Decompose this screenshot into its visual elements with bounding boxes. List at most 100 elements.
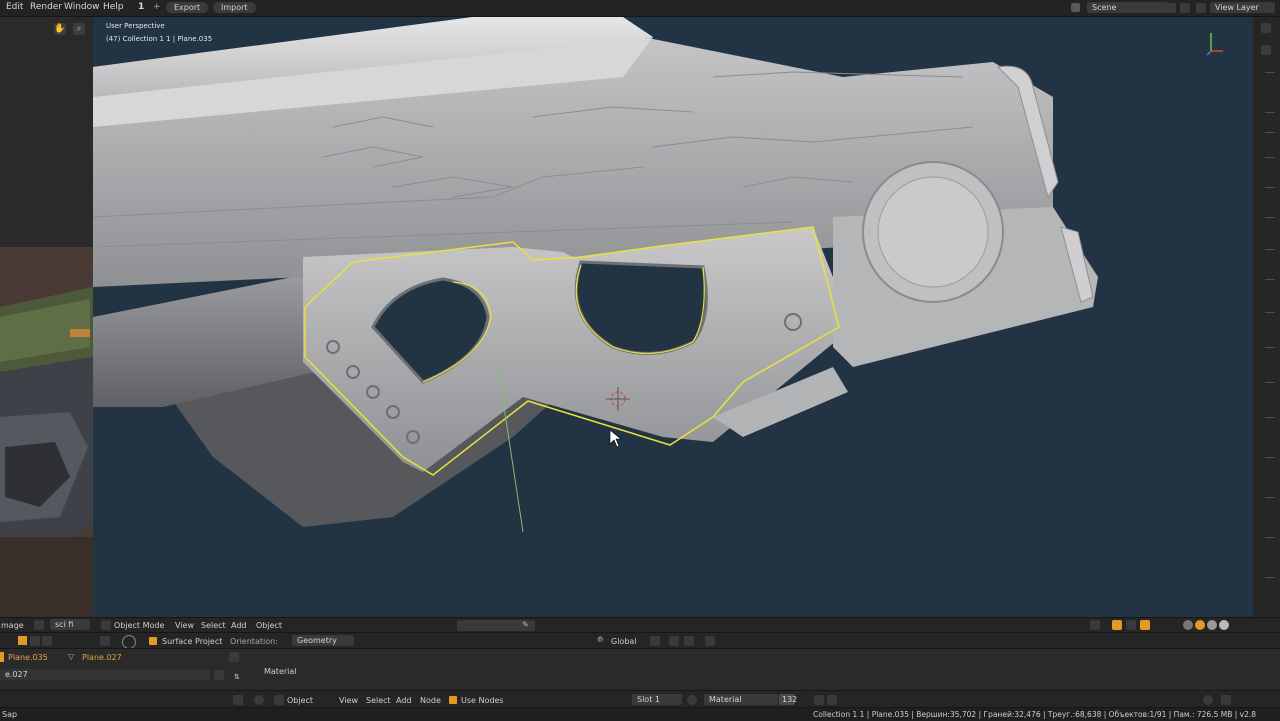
sidebar-divider bbox=[1265, 537, 1275, 538]
surface-project-label: Surface Project bbox=[162, 637, 223, 646]
lower-panel: Plane.035 ▽ Plane.027 e.027 Material ⇅ bbox=[0, 648, 1280, 691]
material-unlink-icon[interactable] bbox=[827, 695, 837, 705]
xray-toggle-icon[interactable] bbox=[1140, 620, 1150, 630]
sidebar-divider bbox=[1265, 112, 1275, 113]
sidebar-divider bbox=[1265, 132, 1275, 133]
eyedropper-icon[interactable]: ✎ bbox=[522, 620, 529, 629]
pivot-point-icon[interactable] bbox=[650, 636, 660, 646]
material-browse-icon[interactable] bbox=[687, 695, 697, 705]
menu-help[interactable]: Help bbox=[103, 2, 124, 12]
workspace-tab[interactable]: 1 bbox=[138, 2, 144, 12]
orientation-dropdown[interactable]: Geometry bbox=[292, 635, 354, 646]
shader-object-dropdown[interactable]: Object bbox=[287, 696, 313, 705]
material-slot-dropdown[interactable]: Slot 1 bbox=[632, 694, 682, 705]
top-menu-bar: Edit Render Window Help 1 + Export Impor… bbox=[0, 0, 1280, 17]
sidebar-options-icon[interactable] bbox=[1261, 45, 1271, 55]
scene-copy-icon[interactable] bbox=[1166, 3, 1176, 13]
node-menu-select[interactable]: Select bbox=[366, 696, 391, 705]
node-backdrop-icon[interactable] bbox=[1221, 695, 1231, 705]
properties-sidebar bbox=[1253, 17, 1280, 617]
outliner-item-plane035[interactable]: Plane.035 bbox=[8, 653, 48, 662]
zoom-icon[interactable]: ⌕ bbox=[73, 23, 85, 35]
solid-shading-icon[interactable] bbox=[1195, 620, 1205, 630]
menu-select[interactable]: Select bbox=[201, 621, 226, 630]
wireframe-shading-icon[interactable] bbox=[1183, 620, 1193, 630]
menu-window[interactable]: Window bbox=[64, 2, 100, 12]
transform-pivot-icon[interactable] bbox=[100, 636, 110, 646]
add-workspace-icon[interactable]: + bbox=[153, 2, 161, 12]
node-snap-icon[interactable] bbox=[1203, 695, 1213, 705]
navigation-gizmo[interactable] bbox=[1201, 25, 1231, 61]
transform-orientation-dropdown[interactable]: Global bbox=[611, 637, 637, 646]
menu-edit[interactable]: Edit bbox=[6, 2, 23, 12]
menu-view[interactable]: View bbox=[175, 621, 194, 630]
viewport-collection-label: (47) Collection 1 1 | Plane.035 bbox=[106, 35, 213, 43]
sidebar-toggle-icon[interactable] bbox=[1261, 23, 1271, 33]
use-nodes-checkbox[interactable] bbox=[449, 696, 457, 704]
pin-icon[interactable]: ⇅ bbox=[234, 673, 240, 681]
sidebar-divider bbox=[1265, 187, 1275, 188]
material-header-label: Material bbox=[264, 667, 297, 676]
editor-type-icon[interactable] bbox=[233, 695, 243, 705]
sidebar-divider bbox=[1265, 249, 1275, 250]
transform-orientation-icon: ⟰ bbox=[597, 635, 604, 644]
scene-close-icon[interactable] bbox=[1180, 3, 1190, 13]
outliner-row[interactable]: e.027 bbox=[0, 669, 210, 680]
status-left-label: Sap bbox=[2, 710, 18, 719]
object-mode-icon bbox=[101, 620, 111, 630]
outliner-item-plane027[interactable]: Plane.027 bbox=[82, 653, 122, 662]
surface-project-checkbox[interactable] bbox=[149, 637, 157, 645]
orientation-label: Orientation: bbox=[230, 637, 278, 646]
gun-model-render bbox=[93, 17, 1098, 533]
node-menu-add[interactable]: Add bbox=[396, 696, 412, 705]
object-mode-dropdown[interactable]: Object Mode bbox=[114, 621, 164, 630]
sidebar-divider bbox=[1265, 217, 1275, 218]
material-fake-user-icon[interactable] bbox=[814, 695, 824, 705]
pan-hand-icon[interactable]: ✋ bbox=[54, 23, 66, 35]
node-menu-node[interactable]: Node bbox=[420, 696, 441, 705]
status-bar: Sap Collection 1 1 | Plane.035 | Вершин:… bbox=[0, 707, 1280, 721]
node-menu-view[interactable]: View bbox=[339, 696, 358, 705]
reference-image bbox=[0, 17, 93, 617]
snap-target-icon[interactable] bbox=[684, 636, 694, 646]
material-name-field[interactable]: Material bbox=[704, 694, 778, 705]
menu-render[interactable]: Render bbox=[30, 2, 62, 12]
outliner-row-icon[interactable] bbox=[214, 670, 224, 680]
mouse-pointer-icon bbox=[609, 429, 622, 448]
select-mode-icon[interactable] bbox=[18, 636, 27, 645]
view-layer-selector[interactable]: View Layer bbox=[1210, 2, 1275, 13]
menu-add[interactable]: Add bbox=[231, 621, 247, 630]
snap-icon[interactable] bbox=[1090, 620, 1100, 630]
shader-type-icon[interactable] bbox=[254, 695, 264, 705]
outliner-active-indicator bbox=[0, 652, 4, 662]
sidebar-divider bbox=[1265, 497, 1275, 498]
scene-selector[interactable]: Scene bbox=[1087, 2, 1169, 13]
rendered-shading-icon[interactable] bbox=[1219, 620, 1229, 630]
select-subtract-icon[interactable] bbox=[42, 636, 52, 646]
overlay-toggle-icon[interactable] bbox=[1112, 620, 1122, 630]
viewport-header-bar: mage sci fi gun. Object Mode View Select… bbox=[0, 617, 1280, 633]
import-button[interactable]: Import bbox=[213, 2, 256, 13]
viewport-perspective-label: User Perspective bbox=[106, 22, 165, 30]
scene-statistics: Collection 1 1 | Plane.035 | Вершин:35,7… bbox=[813, 710, 1256, 719]
scene-icon bbox=[1071, 3, 1080, 12]
image-browse-icon[interactable] bbox=[34, 620, 44, 630]
image-label: mage bbox=[1, 621, 24, 630]
proportional-edit-icon[interactable] bbox=[122, 635, 136, 649]
material-users-count[interactable]: 132 bbox=[779, 694, 797, 705]
sidebar-divider bbox=[1265, 577, 1275, 578]
image-name-field[interactable]: sci fi gun. bbox=[50, 619, 90, 630]
3d-viewport[interactable]: User Perspective (47) Collection 1 1 | P… bbox=[93, 17, 1253, 617]
overlay-dropdown-icon[interactable] bbox=[1126, 620, 1136, 630]
export-button[interactable]: Export bbox=[166, 2, 209, 13]
proportional-falloff-icon[interactable] bbox=[705, 636, 715, 646]
sidebar-divider bbox=[1265, 157, 1275, 158]
tool-settings-bar: Surface Project Orientation: Geometry ⟰ … bbox=[0, 632, 1280, 649]
outliner-pin-icon[interactable] bbox=[229, 652, 239, 662]
use-nodes-label: Use Nodes bbox=[461, 696, 504, 705]
snap-toggle-icon[interactable] bbox=[669, 636, 679, 646]
select-extend-icon[interactable] bbox=[30, 636, 40, 646]
object-icon bbox=[274, 695, 284, 705]
menu-object[interactable]: Object bbox=[256, 621, 282, 630]
material-shading-icon[interactable] bbox=[1207, 620, 1217, 630]
